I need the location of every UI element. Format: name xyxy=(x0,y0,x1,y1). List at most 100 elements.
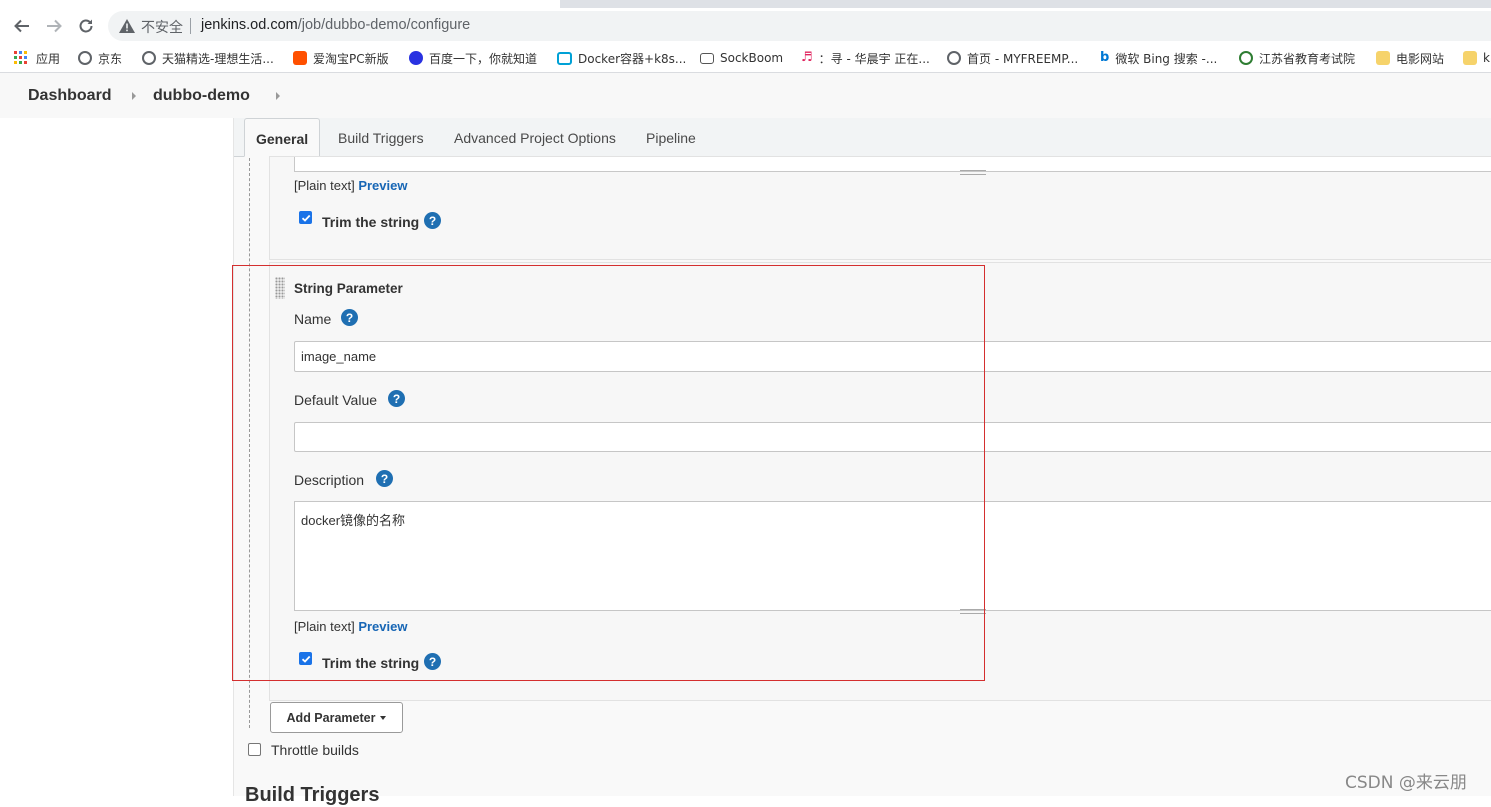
bookmark-label: SockBoom xyxy=(720,51,784,65)
bing-icon: b xyxy=(1100,50,1110,65)
bookmark-apps[interactable]: 应用 xyxy=(14,49,60,67)
bookmark-label: 爱淘宝PC新版 xyxy=(313,51,389,66)
config-tab-bar: General Build Triggers Advanced Project … xyxy=(234,118,1491,157)
globe-icon xyxy=(142,51,156,65)
bookmark-tmall[interactable]: 天猫精选-理想生活... xyxy=(142,49,274,67)
breadcrumb: Dashboard dubbo-demo xyxy=(0,73,1491,118)
reload-button[interactable] xyxy=(76,16,96,36)
url-path: /job/dubbo-demo/configure xyxy=(297,17,471,33)
tab-build-triggers[interactable]: Build Triggers xyxy=(338,118,424,156)
name-label: Name xyxy=(294,311,332,327)
globe-icon xyxy=(947,51,961,65)
format-line: [Plain text] Preview xyxy=(294,619,407,634)
jiangsu-exam-icon xyxy=(1239,51,1253,65)
help-icon[interactable]: ? xyxy=(388,390,405,407)
apps-grid-icon xyxy=(14,51,27,64)
globe-icon xyxy=(78,51,92,65)
browser-tab-strip xyxy=(0,0,1491,8)
description-textarea[interactable]: docker镜像的名称 xyxy=(294,501,1491,611)
bookmark-myfreemp[interactable]: 首页 - MYFREEMP... xyxy=(947,49,1078,67)
bookmark-music[interactable]: ♬ ：寻 - 华晨宇 正在... xyxy=(801,49,930,67)
address-bar[interactable]: 不安全 jenkins.od.com/job/dubbo-demo/config… xyxy=(108,11,1491,41)
previous-format-line: [Plain text] Preview xyxy=(294,178,407,193)
add-parameter-label: Add Parameter xyxy=(286,710,376,725)
sockboom-icon xyxy=(700,52,714,64)
bookmark-label: 京东 xyxy=(98,51,123,66)
warning-triangle-icon xyxy=(119,19,135,33)
browser-toolbar: 不安全 jenkins.od.com/job/dubbo-demo/config… xyxy=(0,8,1491,44)
bookmark-label: k xyxy=(1483,51,1490,65)
bookmark-movie-folder[interactable]: 电影网站 xyxy=(1376,49,1444,67)
bookmark-taobao[interactable]: 爱淘宝PC新版 xyxy=(293,49,389,67)
bookmark-label: Docker容器+k8s... xyxy=(578,51,687,66)
bookmark-jd[interactable]: 京东 xyxy=(78,49,122,67)
bookmark-label: 江苏省教育考试院 xyxy=(1259,51,1356,66)
back-button[interactable] xyxy=(12,16,32,36)
folder-icon xyxy=(1376,51,1390,65)
previous-trim-label: Trim the string xyxy=(322,214,420,230)
plain-text-label: [Plain text] xyxy=(294,178,355,193)
string-parameter-panel: String Parameter Name ? Default Value ? … xyxy=(269,262,1491,701)
taobao-icon xyxy=(293,51,307,65)
checkmark-icon xyxy=(301,214,310,222)
active-browser-tab[interactable] xyxy=(0,0,560,8)
bookmarks-bar: 应用 京东 天猫精选-理想生活... 爱淘宝PC新版 百度一下，你就知道 Doc… xyxy=(0,44,1491,73)
description-label: Description xyxy=(294,472,365,488)
music-note-icon: ♬ xyxy=(801,50,813,65)
address-separator xyxy=(190,18,191,34)
bookmark-folder-k[interactable]: k xyxy=(1463,49,1490,67)
breadcrumb-job[interactable]: dubbo-demo xyxy=(153,87,250,105)
config-form: General Build Triggers Advanced Project … xyxy=(233,118,1491,796)
breadcrumb-dashboard[interactable]: Dashboard xyxy=(28,87,112,105)
url-text[interactable]: jenkins.od.com/job/dubbo-demo/configure xyxy=(201,17,470,33)
throttle-builds-label: Throttle builds xyxy=(271,742,359,758)
csdn-watermark: CSDN @来云朋 xyxy=(1345,773,1467,793)
bookmark-sockboom[interactable]: SockBoom xyxy=(700,49,783,67)
default-value-input[interactable] xyxy=(294,422,1491,452)
help-icon[interactable]: ? xyxy=(341,309,358,326)
bookmark-baidu[interactable]: 百度一下，你就知道 xyxy=(409,49,537,67)
preview-link[interactable]: Preview xyxy=(358,178,407,193)
resize-grip-icon[interactable] xyxy=(960,170,986,175)
trim-string-checkbox[interactable] xyxy=(299,652,312,665)
resize-grip-icon[interactable] xyxy=(960,609,986,614)
previous-description-textarea[interactable] xyxy=(294,157,1491,172)
tab-pipeline[interactable]: Pipeline xyxy=(646,118,696,156)
bookmark-label: ：寻 - 华晨宇 正在... xyxy=(818,51,930,66)
bookmark-label: 应用 xyxy=(36,51,61,66)
security-label[interactable]: 不安全 xyxy=(141,17,183,37)
string-parameter-title: String Parameter xyxy=(294,281,403,296)
bookmark-docker-k8s[interactable]: Docker容器+k8s... xyxy=(557,49,686,67)
url-host: jenkins.od.com xyxy=(201,17,298,33)
checkmark-icon xyxy=(301,655,310,663)
help-icon[interactable]: ? xyxy=(376,470,393,487)
breadcrumb-arrow-icon[interactable] xyxy=(132,92,136,100)
add-parameter-button[interactable]: Add Parameter xyxy=(270,702,403,733)
bookmark-label: 百度一下，你就知道 xyxy=(429,51,538,66)
arrow-left-icon xyxy=(14,19,29,33)
section-dashed-line xyxy=(249,158,250,728)
bookmark-label: 首页 - MYFREEMP... xyxy=(967,51,1079,66)
default-value-label: Default Value xyxy=(294,392,378,408)
caret-down-icon xyxy=(380,715,387,720)
preview-link[interactable]: Preview xyxy=(358,619,407,634)
throttle-builds-checkbox[interactable] xyxy=(248,743,261,756)
tab-advanced-project-options[interactable]: Advanced Project Options xyxy=(454,118,616,156)
bookmark-bing[interactable]: b 微软 Bing 搜索 -... xyxy=(1100,49,1217,67)
folder-icon xyxy=(1463,51,1477,65)
bookmark-label: 电影网站 xyxy=(1396,51,1445,66)
tab-general[interactable]: General xyxy=(244,118,321,157)
bookmark-jiangsu-exam[interactable]: 江苏省教育考试院 xyxy=(1239,49,1355,67)
breadcrumb-arrow-icon[interactable] xyxy=(276,92,280,100)
trim-string-label: Trim the string xyxy=(322,655,420,671)
help-icon[interactable]: ? xyxy=(424,212,441,229)
name-input[interactable] xyxy=(294,341,1491,372)
drag-handle-icon[interactable] xyxy=(275,277,285,299)
reload-icon xyxy=(79,19,93,33)
plain-text-label: [Plain text] xyxy=(294,619,355,634)
arrow-right-icon xyxy=(47,19,62,33)
previous-trim-checkbox[interactable] xyxy=(299,211,312,224)
bookmark-label: 天猫精选-理想生活... xyxy=(162,51,274,66)
forward-button[interactable] xyxy=(44,16,64,36)
help-icon[interactable]: ? xyxy=(424,653,441,670)
